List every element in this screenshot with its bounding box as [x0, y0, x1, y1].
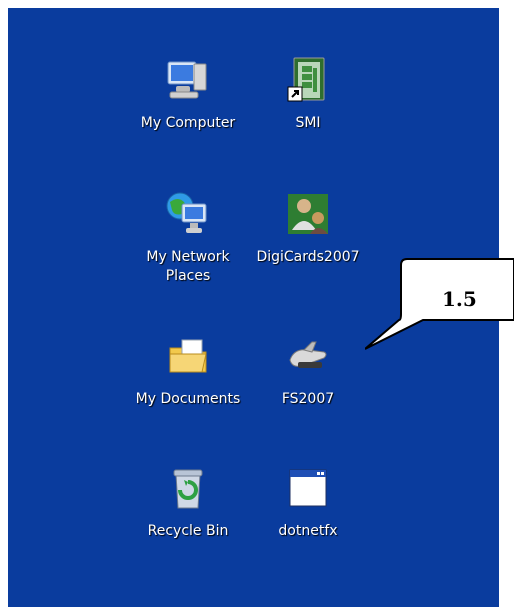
smi-label: SMI [295, 115, 321, 131]
fs2007-label: FS2007 [281, 391, 335, 407]
desktop-icon-smi[interactable]: SMI [238, 56, 378, 133]
desktop-icon-recycle-bin[interactable]: Recycle Bin [118, 464, 258, 541]
callout-bubble: 1.5 [364, 249, 514, 364]
my-network-label-line1: My Network [146, 249, 230, 265]
my-network-label-line2: Places [165, 268, 211, 284]
window-app-icon [284, 464, 332, 512]
my-network-places-label: My Network Places [146, 248, 229, 286]
recycle-bin-label: Recycle Bin [147, 523, 229, 539]
desktop-icon-dotnetfx[interactable]: dotnetfx [238, 464, 378, 541]
desktop-icon-my-computer[interactable]: My Computer [118, 56, 258, 133]
fs2007-airplane-icon [284, 332, 332, 380]
computer-icon [164, 56, 212, 104]
desktop-icon-my-network-places[interactable]: My Network Places [118, 190, 258, 286]
my-computer-label: My Computer [140, 115, 236, 131]
digicards-icon [284, 190, 332, 238]
dotnetfx-label: dotnetfx [278, 523, 338, 539]
network-globe-icon [164, 190, 212, 238]
my-documents-label: My Documents [135, 391, 241, 407]
callout-text: 1.5 [442, 287, 477, 311]
desktop-icon-digicards2007[interactable]: DigiCards2007 [238, 190, 378, 267]
folder-documents-icon [164, 332, 212, 380]
digicards2007-label: DigiCards2007 [256, 249, 360, 265]
recycle-bin-icon [164, 464, 212, 512]
desktop-icon-fs2007[interactable]: FS2007 [238, 332, 378, 409]
desktop-icon-my-documents[interactable]: My Documents [118, 332, 258, 409]
smi-icon [284, 56, 332, 104]
